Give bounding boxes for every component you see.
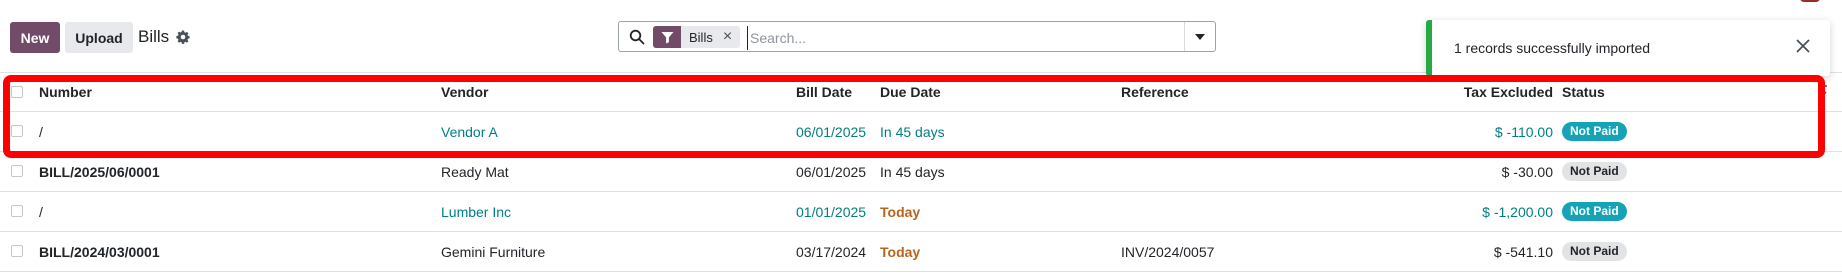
status-badge: Not Paid [1562, 202, 1627, 221]
cell-due-date: Today [880, 243, 921, 260]
cell-bill-date: 01/01/2025 [796, 203, 867, 220]
notification-message: 1 records successfully imported [1454, 40, 1651, 56]
select-all-checkbox[interactable] [11, 86, 23, 98]
cell-tax-excluded: $ -541.10 [1493, 243, 1553, 260]
cell-number: BILL/2024/03/0001 [39, 243, 160, 260]
cell-tax-excluded: $ -30.00 [1501, 163, 1553, 180]
cell-number: / [39, 203, 43, 220]
cell-bill-date: 03/17/2024 [796, 243, 867, 260]
status-badge: Not Paid [1562, 122, 1627, 141]
facet-remove-icon[interactable]: × [721, 26, 740, 48]
status-cell: Not Paid [1562, 232, 1627, 271]
cell-tax-excluded: $ -1,200.00 [1482, 203, 1553, 220]
caret-down-icon[interactable] [1184, 22, 1215, 51]
facet-label: Bills [689, 29, 713, 45]
header-tax-excluded[interactable]: Tax Excluded [1464, 73, 1553, 111]
cell-due-date: In 45 days [880, 163, 945, 180]
cell-vendor: Vendor A [441, 123, 498, 140]
import-notification: 1 records successfully imported [1426, 20, 1830, 76]
header-reference[interactable]: Reference [1121, 73, 1189, 111]
cell-vendor: Lumber Inc [441, 203, 512, 220]
cell-number: BILL/2025/06/0001 [39, 163, 160, 180]
filter-icon [653, 26, 681, 48]
row-checkbox[interactable] [11, 245, 23, 257]
header-due-date[interactable]: Due Date [880, 73, 941, 111]
row-checkbox[interactable] [11, 205, 23, 217]
header-vendor[interactable]: Vendor [441, 73, 488, 111]
cell-tax-excluded: $ -110.00 [1494, 123, 1553, 140]
cell-vendor: Gemini Furniture [441, 243, 546, 260]
page-title: Bills [138, 27, 170, 46]
cell-bill-date: 06/01/2025 [796, 123, 867, 140]
search-facet: Bills × [653, 26, 741, 48]
close-icon[interactable] [1794, 37, 1812, 55]
cell-reference: INV/2024/0057 [1121, 243, 1215, 260]
search-bar: Bills × [618, 21, 1216, 52]
bills-table: Number Vendor Bill Date Due Date Referen… [0, 72, 1842, 272]
new-button[interactable]: New [10, 22, 60, 53]
column-toggle-icon[interactable] [1816, 83, 1830, 99]
cell-due-date: Today [880, 203, 921, 220]
header-bill-date[interactable]: Bill Date [796, 73, 852, 111]
table-row[interactable]: BILL/2025/06/0001 Ready Mat 06/01/2025 I… [0, 152, 1842, 192]
row-checkbox[interactable] [11, 125, 23, 137]
header-number[interactable]: Number [39, 73, 92, 111]
table-header: Number Vendor Bill Date Due Date Referen… [0, 72, 1842, 112]
row-checkbox[interactable] [11, 165, 23, 177]
header-status[interactable]: Status [1562, 73, 1605, 111]
status-badge: Not Paid [1562, 242, 1627, 261]
cell-bill-date: 06/01/2025 [796, 163, 867, 180]
table-row[interactable]: BILL/2024/03/0001 Gemini Furniture 03/17… [0, 232, 1842, 272]
upload-button[interactable]: Upload [65, 22, 133, 53]
table-row[interactable]: / Lumber Inc 01/01/2025 Today $ -1,200.0… [0, 192, 1842, 232]
cell-due-date: In 45 days [880, 123, 945, 140]
table-row[interactable]: / Vendor A 06/01/2025 In 45 days $ -110.… [0, 112, 1842, 152]
cell-vendor: Ready Mat [441, 163, 509, 180]
search-icon[interactable] [629, 29, 645, 45]
bills-page: New Upload Bills Bills × Search... Numbe… [0, 0, 1842, 276]
cell-number: / [39, 123, 43, 140]
gear-icon[interactable] [175, 29, 191, 45]
status-badge: Not Paid [1562, 162, 1627, 181]
status-cell: Not Paid [1562, 152, 1627, 191]
status-cell: Not Paid [1562, 192, 1627, 231]
search-input[interactable] [747, 26, 1172, 50]
status-cell: Not Paid [1562, 112, 1627, 151]
